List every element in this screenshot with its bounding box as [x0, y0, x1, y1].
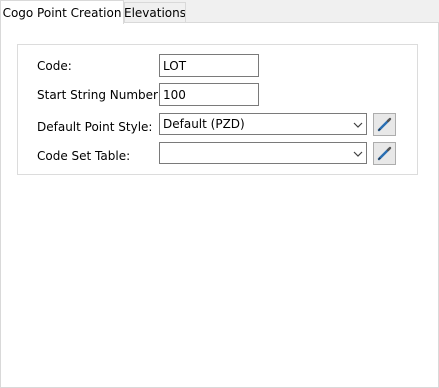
edit-point-style-button[interactable]	[373, 113, 396, 136]
chevron-down-icon	[353, 148, 363, 158]
chevron-down-icon	[353, 119, 363, 129]
code-set-table-label: Code Set Table:	[37, 149, 131, 163]
default-point-style-value: Default (PZD)	[163, 117, 245, 131]
default-point-style-label: Default Point Style:	[37, 120, 153, 134]
start-string-number-label: Start String Number:	[37, 88, 162, 102]
default-point-style-select[interactable]: Default (PZD)	[159, 113, 367, 135]
start-string-number-input[interactable]	[159, 83, 259, 106]
tab-cogo-point-creation[interactable]: Cogo Point Creation	[0, 0, 124, 24]
edit-code-set-table-button[interactable]	[373, 142, 396, 165]
tab-panel: Code: Start String Number: Default Point…	[0, 22, 439, 388]
tab-strip: Cogo Point Creation Elevations	[0, 0, 439, 24]
tab-elevations[interactable]: Elevations	[124, 2, 186, 22]
code-input[interactable]	[159, 54, 259, 77]
code-label: Code:	[37, 59, 72, 73]
code-set-table-select[interactable]	[159, 142, 367, 164]
settings-group: Code: Start String Number: Default Point…	[17, 44, 418, 175]
